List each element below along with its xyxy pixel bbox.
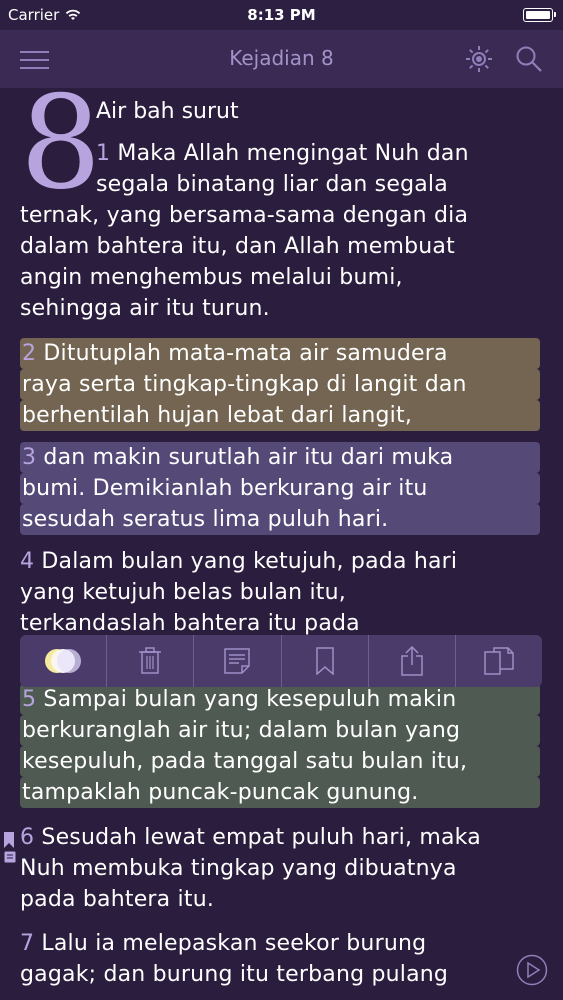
verse-text: Nuh membuka tingkap yang dibuatnya — [20, 856, 457, 881]
verse-text: berkuranglah air itu; dalam bulan yang — [20, 715, 540, 746]
verse-number: 4 — [20, 549, 35, 574]
verse-text: Maka Allah mengingat Nuh dan — [117, 141, 469, 166]
status-time: 8:13 PM — [247, 6, 316, 24]
bookmark-button[interactable] — [280, 635, 368, 687]
share-button[interactable] — [367, 635, 455, 687]
verse-text: kesepuluh, pada tanggal satu bulan itu, — [20, 746, 540, 777]
verse-6[interactable]: 6 Sesudah lewat empat puluh hari, maka N… — [20, 822, 540, 915]
verse-text: Ditutuplah mata-mata air samudera — [43, 341, 448, 366]
verse-number: 5 — [22, 687, 37, 712]
verse-text: sesudah seratus lima puluh hari. — [20, 504, 540, 535]
verse-number: 3 — [22, 445, 37, 470]
verse-text: ternak, yang bersama-sama dengan dia — [20, 203, 469, 228]
color-swatch-icon — [45, 649, 82, 673]
verse-3[interactable]: 3 dan makin surutlah air itu dari muka b… — [20, 442, 540, 535]
verse-2[interactable]: 2 Ditutuplah mata-mata air samudera raya… — [20, 338, 540, 431]
verse-text: Dalam bulan yang ketujuh, pada hari — [41, 549, 458, 574]
nav-bar: Kejadian 8 — [0, 30, 563, 89]
verse-text: tampaklah puncak-puncak gunung. — [20, 777, 540, 808]
add-note-button[interactable] — [193, 635, 280, 687]
verse-5[interactable]: 5 Sampai bulan yang kesepuluh makin berk… — [20, 684, 540, 808]
verse-text: Sesudah lewat empat puluh hari, maka — [41, 825, 481, 850]
verse-text: angin menghembus melalui bumi, — [20, 265, 403, 290]
delete-button[interactable] — [106, 635, 193, 687]
verse-number: 2 — [22, 341, 37, 366]
verse-text: dan makin surutlah air itu dari muka — [43, 445, 454, 470]
verse-7[interactable]: 7 Lalu ia melepaskan seekor burung gagak… — [20, 928, 540, 990]
note-marker-icon[interactable] — [4, 851, 16, 863]
verse-text: segala binatang liar dan segala — [96, 172, 448, 197]
verse-number: 6 — [20, 825, 35, 850]
battery-icon — [523, 8, 556, 22]
verse-text: Lalu ia melepaskan seekor burung — [41, 931, 427, 956]
note-icon — [224, 648, 251, 674]
search-icon[interactable] — [514, 44, 544, 74]
verse-text: bumi. Demikianlah berkurang air itu — [20, 473, 540, 504]
verse-text: pada bahtera itu. — [20, 887, 215, 912]
verse-number: 7 — [20, 931, 35, 956]
highlight-color-button[interactable] — [20, 635, 106, 687]
verse-action-toolbar — [20, 635, 542, 687]
verse-text: dalam bahtera itu, dan Allah membuat — [20, 234, 455, 259]
brightness-icon[interactable] — [464, 44, 494, 74]
verse-text: raya serta tingkap-tingkap di langit dan — [20, 369, 540, 400]
status-bar: Carrier 8:13 PM — [0, 0, 563, 30]
verse-text: berhentilah hujan lebat dari langit, — [20, 400, 540, 431]
verse-text: Sampai bulan yang kesepuluh makin — [43, 687, 457, 712]
verse-text: gagak; dan burung itu terbang pulang — [20, 962, 449, 987]
share-icon — [401, 646, 423, 676]
bookmark-icon — [315, 647, 334, 675]
verse-text: yang ketujuh belas bulan itu, — [20, 580, 346, 605]
bookmark-marker-icon[interactable] — [3, 832, 15, 848]
copy-button[interactable] — [454, 635, 542, 687]
trash-icon — [139, 647, 162, 674]
section-title: Air bah surut — [96, 99, 239, 124]
play-icon[interactable] — [516, 954, 548, 986]
verse-number: 1 — [96, 141, 111, 166]
verse-text: sehingga air itu turun. — [20, 296, 270, 321]
copy-icon — [484, 647, 514, 675]
bible-text-view[interactable]: 8 Air bah surut 1 Maka Allah mengingat N… — [0, 88, 563, 1000]
verse-1[interactable]: 1 Maka Allah mengingat Nuh dan segala bi… — [20, 138, 540, 324]
